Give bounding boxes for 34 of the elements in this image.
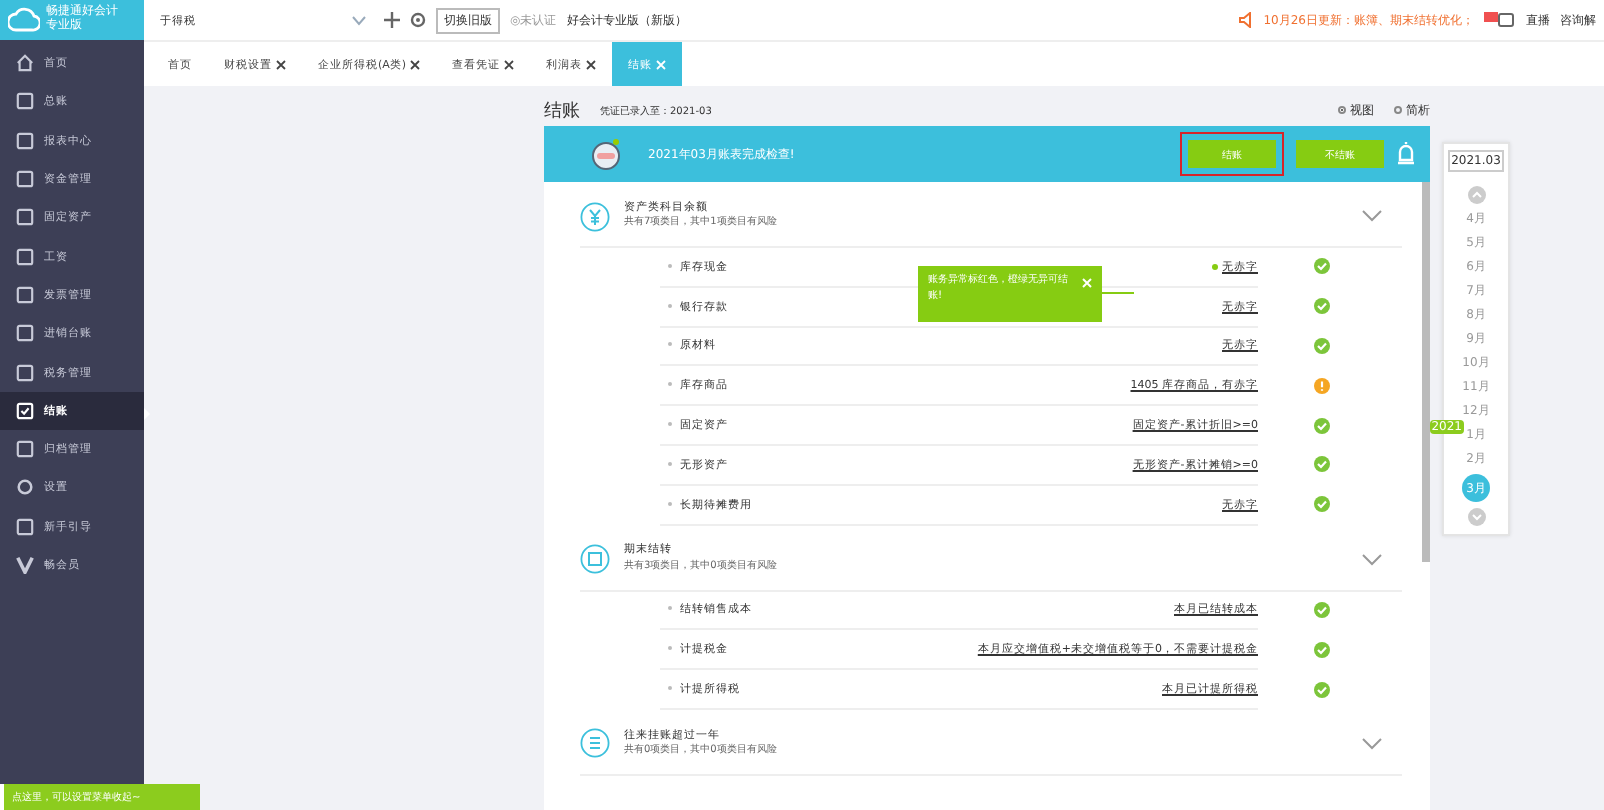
cloud-logo-icon: [8, 6, 40, 34]
scrollbar-thumb[interactable]: [1422, 182, 1430, 562]
check-icon: [1314, 337, 1330, 354]
chevron-down-icon[interactable]: [1362, 553, 1382, 566]
warning-icon: [1314, 377, 1330, 394]
vip-icon: [16, 556, 34, 574]
settings-icon[interactable]: [410, 12, 426, 28]
close-icon[interactable]: [586, 59, 597, 69]
speaker-icon: [1237, 12, 1254, 28]
caret-icon: [352, 15, 366, 25]
check-icon: [1314, 681, 1330, 698]
plus-icon[interactable]: [384, 12, 400, 28]
gear-icon: [16, 478, 34, 497]
close-icon[interactable]: [410, 59, 421, 69]
check-icon: [1314, 496, 1330, 513]
check-icon: [1314, 456, 1330, 473]
page-title: 结账: [544, 99, 580, 123]
check-icon: [1314, 417, 1330, 434]
lamp-icon[interactable]: [1396, 142, 1416, 166]
list-icon: [580, 728, 610, 759]
home-icon: [16, 54, 34, 73]
chevron-down-icon[interactable]: [1362, 210, 1382, 222]
check-icon: [1314, 641, 1330, 658]
check-icon: [1314, 258, 1330, 275]
chevron-down-icon[interactable]: [1467, 508, 1485, 526]
yen-icon: [580, 201, 610, 231]
check-icon: [16, 401, 34, 420]
chevron-up-icon[interactable]: [1467, 186, 1485, 204]
mascot-icon: [588, 138, 624, 170]
chevron-down-icon[interactable]: [1362, 737, 1382, 750]
close-icon[interactable]: [276, 59, 286, 69]
check-icon: [1314, 298, 1330, 315]
check-icon: [1314, 601, 1330, 618]
close-icon[interactable]: [504, 59, 515, 69]
